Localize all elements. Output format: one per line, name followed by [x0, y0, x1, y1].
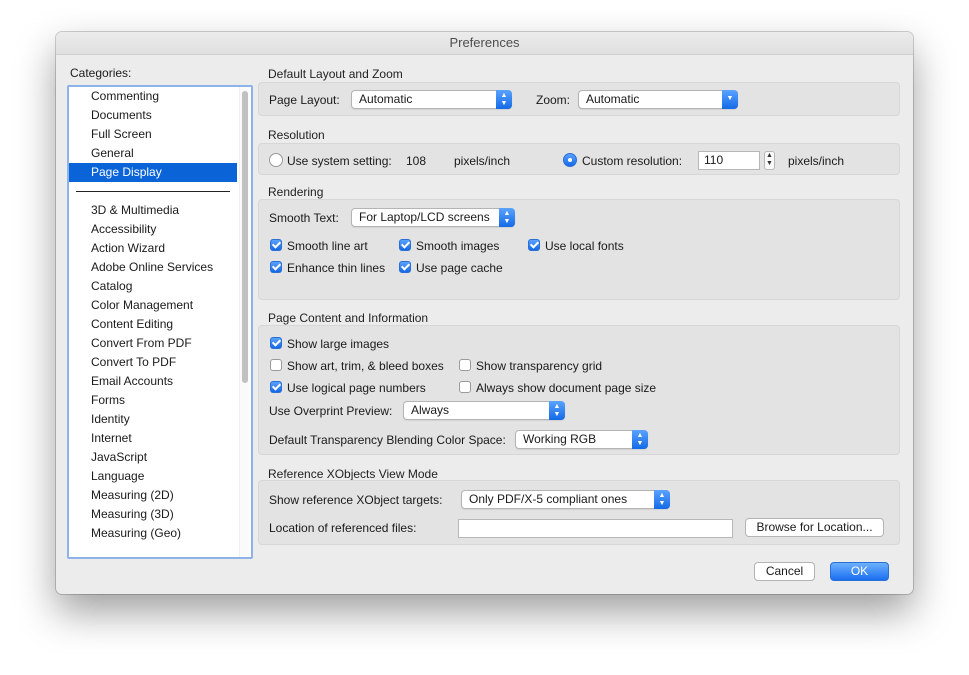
categories-label: Categories: [70, 66, 132, 80]
use-system-setting-radio[interactable] [269, 153, 283, 167]
category-item-language[interactable]: Language [69, 467, 237, 486]
chevron-down-icon: ▼ [722, 90, 738, 109]
show-art-trim-label: Show art, trim, & bleed boxes [287, 359, 444, 373]
use-logical-page-numbers-checkbox[interactable] [270, 381, 282, 393]
always-show-page-size-label: Always show document page size [476, 381, 657, 395]
updown-arrows-icon: ▲ ▼ [549, 401, 565, 420]
category-item-catalog[interactable]: Catalog [69, 277, 237, 296]
updown-arrows-icon: ▲ ▼ [632, 430, 648, 449]
category-item-page-display[interactable]: Page Display [69, 163, 237, 182]
rendering-title: Rendering [268, 185, 324, 199]
categories-scroll-thumb[interactable] [242, 91, 248, 383]
overprint-preview-label: Use Overprint Preview: [269, 404, 393, 418]
category-item-content-editing[interactable]: Content Editing [69, 315, 237, 334]
category-item-internet[interactable]: Internet [69, 429, 237, 448]
preferences-window: Preferences Categories: Commenting Docum… [56, 32, 913, 594]
category-item-measuring-2d[interactable]: Measuring (2D) [69, 486, 237, 505]
overprint-preview-value: Always [411, 403, 450, 417]
category-item-full-screen[interactable]: Full Screen [69, 125, 237, 144]
use-system-setting-label: Use system setting: [287, 154, 392, 168]
category-item-email-accounts[interactable]: Email Accounts [69, 372, 237, 391]
smooth-images-label: Smooth images [416, 239, 500, 253]
show-transparency-grid-checkbox[interactable] [459, 359, 471, 371]
xobject-targets-label: Show reference XObject targets: [269, 493, 443, 507]
blending-color-space-value: Working RGB [523, 432, 597, 446]
enhance-thin-lines-label: Enhance thin lines [287, 261, 386, 275]
category-item-accessibility[interactable]: Accessibility [69, 220, 237, 239]
xobject-targets-select[interactable]: Only PDF/X-5 compliant ones ▲ ▼ [461, 490, 670, 509]
show-art-trim-checkbox[interactable] [270, 359, 282, 371]
cancel-button[interactable]: Cancel [754, 562, 815, 581]
updown-arrows-icon: ▲ ▼ [654, 490, 670, 509]
use-local-fonts-label: Use local fonts [545, 239, 624, 253]
custom-resolution-label: Custom resolution: [582, 154, 683, 168]
zoom-value: Automatic [586, 92, 640, 106]
category-item-convert-to-pdf[interactable]: Convert To PDF [69, 353, 237, 372]
referenced-files-location-label: Location of referenced files: [269, 521, 417, 535]
enhance-thin-lines-checkbox[interactable] [270, 261, 282, 273]
page-layout-value: Automatic [359, 92, 413, 106]
xobject-targets-value: Only PDF/X-5 compliant ones [469, 492, 628, 506]
smooth-line-art-label: Smooth line art [287, 239, 368, 253]
zoom-select[interactable]: Automatic ▼ [578, 90, 738, 109]
category-item-identity[interactable]: Identity [69, 410, 237, 429]
categories-list[interactable]: Commenting Documents Full Screen General… [67, 85, 253, 559]
resolution-title: Resolution [268, 128, 325, 142]
page-content-title: Page Content and Information [268, 311, 429, 325]
referenced-files-location-field[interactable] [458, 519, 733, 538]
category-item-forms[interactable]: Forms [69, 391, 237, 410]
use-page-cache-label: Use page cache [416, 261, 503, 275]
show-large-images-label: Show large images [287, 337, 390, 351]
custom-resolution-stepper[interactable]: ▲ ▼ [764, 151, 775, 170]
custom-resolution-field[interactable]: 110 [698, 151, 760, 170]
zoom-label: Zoom: [536, 93, 571, 107]
overprint-preview-select[interactable]: Always ▲ ▼ [403, 401, 565, 420]
custom-resolution-unit: pixels/inch [788, 154, 845, 168]
use-local-fonts-checkbox[interactable] [528, 239, 540, 251]
system-resolution-unit: pixels/inch [454, 154, 511, 168]
category-item-javascript[interactable]: JavaScript [69, 448, 237, 467]
smooth-images-checkbox[interactable] [399, 239, 411, 251]
category-separator [76, 191, 230, 192]
show-large-images-checkbox[interactable] [270, 337, 282, 349]
category-item-general[interactable]: General [69, 144, 237, 163]
smooth-line-art-checkbox[interactable] [270, 239, 282, 251]
category-item-color-management[interactable]: Color Management [69, 296, 237, 315]
layout-zoom-title: Default Layout and Zoom [268, 67, 403, 81]
blending-color-space-select[interactable]: Working RGB ▲ ▼ [515, 430, 648, 449]
category-item-3d-multimedia[interactable]: 3D & Multimedia [69, 201, 237, 220]
system-resolution-value: 108 [406, 154, 427, 168]
category-item-action-wizard[interactable]: Action Wizard [69, 239, 237, 258]
smooth-text-value: For Laptop/LCD screens [359, 210, 490, 224]
updown-arrows-icon: ▲ ▼ [499, 208, 515, 227]
category-item-measuring-3d[interactable]: Measuring (3D) [69, 505, 237, 524]
page-layout-select[interactable]: Automatic ▲ ▼ [351, 90, 512, 109]
use-logical-page-numbers-label: Use logical page numbers [287, 381, 426, 395]
use-page-cache-checkbox[interactable] [399, 261, 411, 273]
category-item-convert-from-pdf[interactable]: Convert From PDF [69, 334, 237, 353]
category-item-adobe-online-services[interactable]: Adobe Online Services [69, 258, 237, 277]
category-item-documents[interactable]: Documents [69, 106, 237, 125]
page-layout-label: Page Layout: [269, 93, 340, 107]
smooth-text-select[interactable]: For Laptop/LCD screens ▲ ▼ [351, 208, 515, 227]
window-title: Preferences [56, 32, 913, 55]
smooth-text-label: Smooth Text: [269, 211, 339, 225]
updown-arrows-icon: ▲ ▼ [496, 90, 512, 109]
category-item-measuring-geo[interactable]: Measuring (Geo) [69, 524, 237, 543]
always-show-page-size-checkbox[interactable] [459, 381, 471, 393]
xobjects-title: Reference XObjects View Mode [268, 467, 438, 481]
ok-button[interactable]: OK [830, 562, 889, 581]
category-item-commenting[interactable]: Commenting [69, 87, 237, 106]
blending-color-space-label: Default Transparency Blending Color Spac… [269, 433, 506, 447]
custom-resolution-radio[interactable] [563, 153, 577, 167]
browse-for-location-button[interactable]: Browse for Location... [745, 518, 884, 537]
show-transparency-grid-label: Show transparency grid [476, 359, 603, 373]
